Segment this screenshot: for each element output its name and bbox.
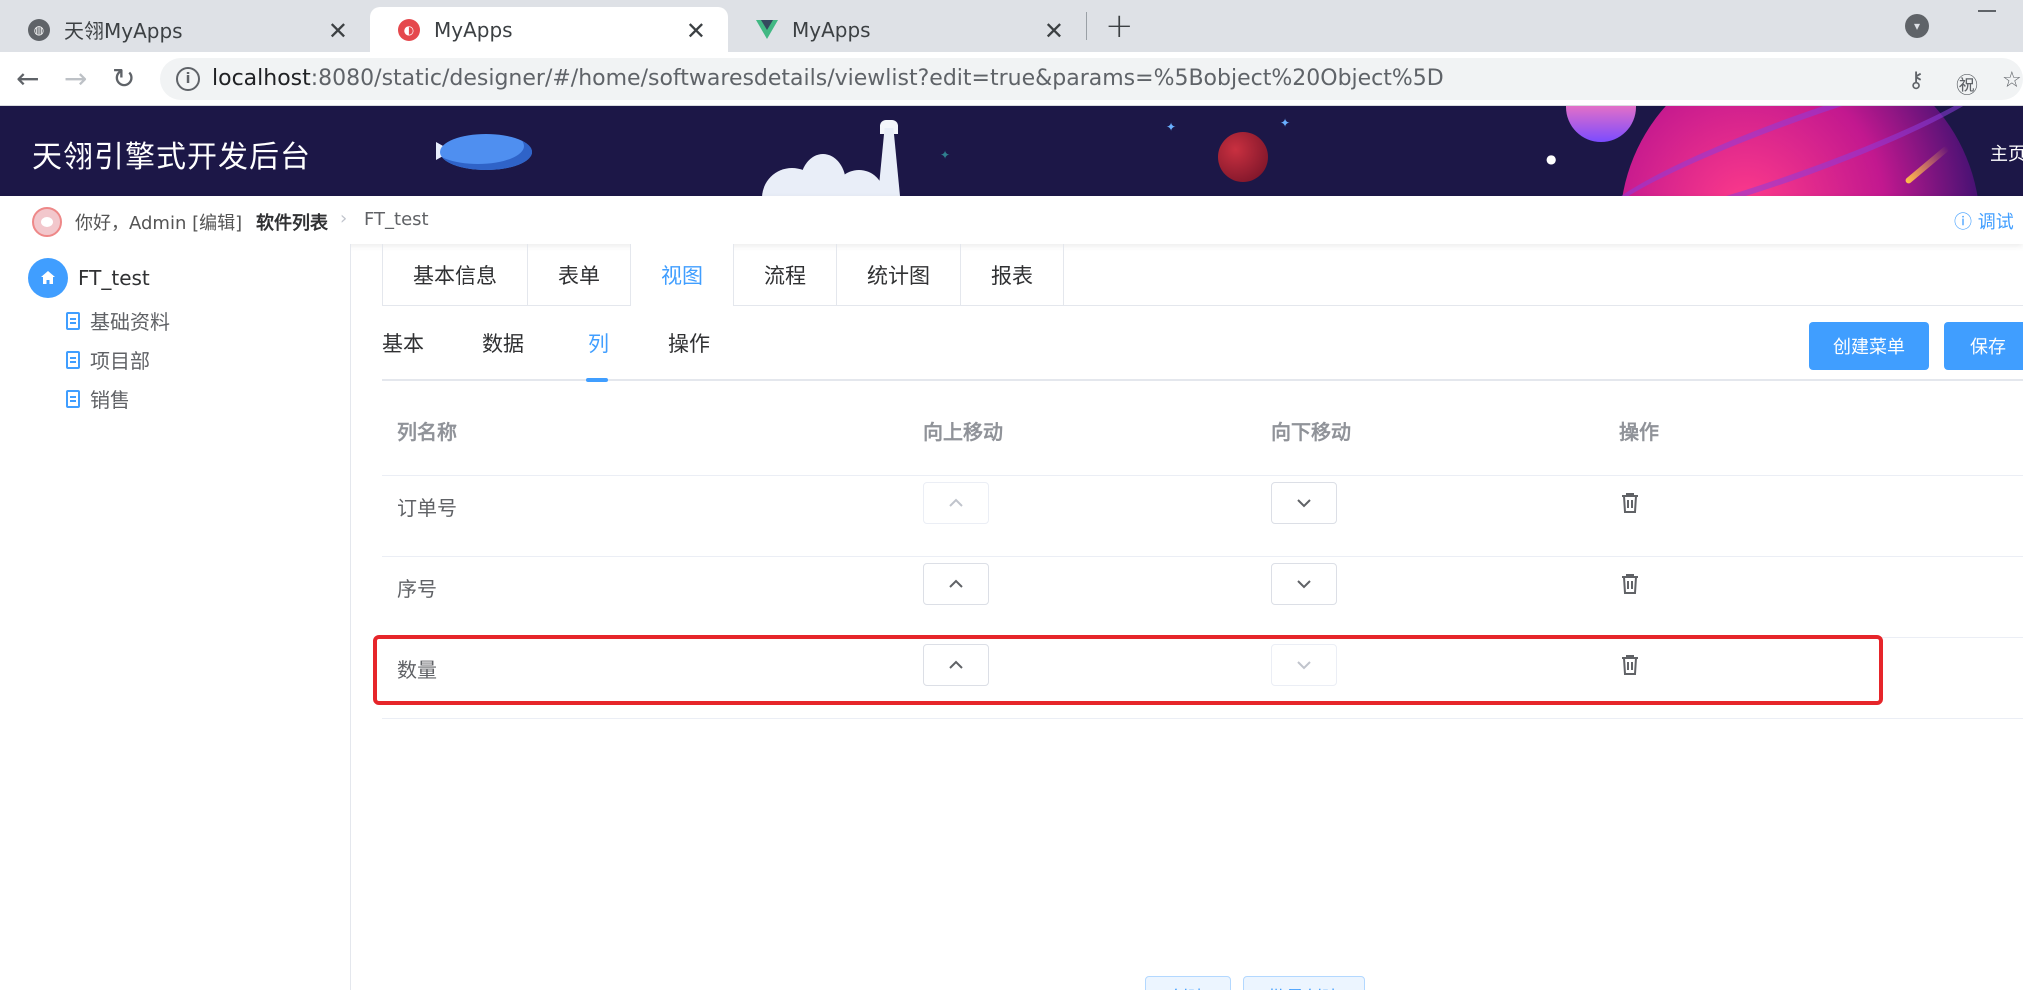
subtab-active-indicator bbox=[586, 378, 608, 382]
breadcrumb-current: FT_test bbox=[364, 209, 429, 230]
tab-basic-info[interactable]: 基本信息 bbox=[383, 244, 528, 305]
column-header-move-up: 向上移动 bbox=[923, 420, 1003, 444]
subtab-basic[interactable]: 基本 bbox=[382, 328, 424, 358]
back-button[interactable]: ← bbox=[16, 62, 39, 95]
tab-view[interactable]: 视图 bbox=[631, 244, 734, 306]
table-divider bbox=[382, 718, 2023, 719]
column-header-move-down: 向下移动 bbox=[1271, 420, 1351, 444]
create-menu-button[interactable]: 创建菜单 bbox=[1809, 322, 1929, 370]
star-decoration: ✦ bbox=[1166, 120, 1177, 134]
chevron-down-icon bbox=[1297, 499, 1311, 508]
subtabs-divider bbox=[382, 379, 2023, 381]
subtab-columns[interactable]: 列 bbox=[588, 328, 609, 358]
home-link[interactable]: 主页 bbox=[1990, 140, 2023, 166]
browser-toolbar: ← → ↻ i localhost:8080/static/designer/#… bbox=[0, 52, 2023, 106]
reload-button[interactable]: ↻ bbox=[112, 62, 135, 95]
address-bar[interactable]: i localhost:8080/static/designer/#/home/… bbox=[160, 58, 2023, 100]
document-icon bbox=[66, 389, 80, 408]
debug-button[interactable]: ⓘ 调试 bbox=[1954, 208, 2014, 234]
app-title: 天翎引擎式开发后台 bbox=[32, 140, 311, 175]
browser-tabbar: ◍ 天翎MyApps ✕ ◐ MyApps ✕ MyApps ✕ + ▾ bbox=[0, 0, 2023, 52]
table-divider bbox=[382, 475, 2023, 476]
table-row-name: 订单号 bbox=[397, 496, 457, 520]
browser-tab-2[interactable]: ◐ MyApps ✕ bbox=[370, 7, 728, 52]
tree-root-node[interactable]: FT_test bbox=[28, 258, 150, 298]
forward-button[interactable]: → bbox=[64, 62, 87, 95]
sidebar-item-label: 基础资料 bbox=[90, 310, 170, 334]
trash-icon[interactable] bbox=[1621, 573, 1639, 595]
key-icon[interactable]: ⚷ bbox=[1908, 68, 1924, 93]
planet-illustration bbox=[1566, 106, 1636, 142]
browser-tab-title: MyApps bbox=[434, 17, 513, 42]
user-greeting[interactable]: 你好，Admin [编辑] bbox=[75, 209, 242, 235]
chevron-down-icon bbox=[1297, 580, 1311, 589]
tab-report[interactable]: 报表 bbox=[961, 244, 1063, 305]
tab-search-icon[interactable]: ▾ bbox=[1905, 14, 1929, 38]
close-icon[interactable]: ✕ bbox=[686, 17, 706, 45]
sidebar-item-basic-data[interactable]: 基础资料 bbox=[66, 306, 170, 335]
app-favicon-icon: ◐ bbox=[398, 18, 420, 41]
sidebar: FT_test 基础资料 项目部 销售 bbox=[0, 244, 351, 990]
chevron-up-icon bbox=[949, 579, 963, 588]
breadcrumb-software-list[interactable]: 软件列表 bbox=[256, 209, 328, 235]
tab-form[interactable]: 表单 bbox=[528, 244, 631, 305]
url-text[interactable]: localhost:8080/static/designer/#/home/so… bbox=[212, 66, 1444, 91]
subtab-data[interactable]: 数据 bbox=[482, 328, 524, 358]
blimp-illustration bbox=[440, 134, 532, 170]
document-icon bbox=[66, 350, 80, 369]
site-info-icon[interactable]: i bbox=[176, 67, 200, 91]
save-button[interactable]: 保存 bbox=[1944, 322, 2023, 370]
table-row-name: 序号 bbox=[397, 577, 437, 601]
globe-icon: ◍ bbox=[28, 18, 50, 41]
move-down-button[interactable] bbox=[1271, 482, 1337, 524]
trash-icon[interactable] bbox=[1621, 492, 1639, 514]
star-decoration: ● bbox=[1546, 152, 1557, 166]
browser-tab-3[interactable]: MyApps ✕ bbox=[728, 7, 1086, 52]
sidebar-item-sales[interactable]: 销售 bbox=[66, 384, 130, 413]
chevron-right-icon: › bbox=[340, 208, 348, 229]
breadcrumb-bar: 你好，Admin [编辑] 软件列表 › FT_test ⓘ 调试 bbox=[0, 196, 2023, 244]
move-down-button[interactable] bbox=[1271, 563, 1337, 605]
browser-tab-1[interactable]: ◍ 天翎MyApps ✕ bbox=[0, 7, 370, 52]
app-header: 天翎引擎式开发后台 ✦ ✦ ✦ ● 主页 bbox=[0, 106, 2023, 196]
sidebar-item-label: 销售 bbox=[90, 388, 130, 412]
subtab-actions[interactable]: 操作 bbox=[668, 328, 710, 358]
tab-separator bbox=[1086, 12, 1087, 40]
avatar[interactable] bbox=[32, 207, 62, 237]
vue-logo-icon bbox=[756, 19, 778, 41]
bookmark-star-icon[interactable]: ☆ bbox=[2002, 68, 2022, 93]
sidebar-item-project-dept[interactable]: 项目部 bbox=[66, 345, 150, 374]
column-header-actions: 操作 bbox=[1619, 420, 1659, 444]
document-icon bbox=[66, 311, 80, 330]
tab-chart[interactable]: 统计图 bbox=[837, 244, 961, 305]
home-icon bbox=[28, 258, 68, 298]
module-tabs: 基本信息 表单 视图 流程 统计图 报表 bbox=[382, 244, 1064, 306]
move-up-button[interactable] bbox=[923, 482, 989, 524]
star-decoration: ✦ bbox=[1280, 116, 1291, 130]
table-divider bbox=[382, 556, 2023, 557]
close-icon[interactable]: ✕ bbox=[328, 17, 348, 45]
main-content: 基本信息 表单 视图 流程 统计图 报表 基本 数据 列 操作 创建菜单 保存 … bbox=[352, 244, 2023, 990]
move-up-button[interactable] bbox=[923, 563, 989, 605]
window-minimize-button[interactable] bbox=[1978, 10, 1996, 12]
browser-tab-title: 天翎MyApps bbox=[64, 19, 183, 43]
close-icon[interactable]: ✕ bbox=[1044, 17, 1064, 45]
star-decoration: ✦ bbox=[940, 148, 951, 162]
lighthouse-illustration bbox=[878, 128, 900, 196]
tree-root-label: FT_test bbox=[78, 266, 150, 290]
column-header-name: 列名称 bbox=[397, 420, 457, 444]
translate-icon[interactable]: ㊗ bbox=[1956, 68, 1978, 100]
create-column-button[interactable]: 创建 bbox=[1145, 976, 1231, 990]
sidebar-item-label: 项目部 bbox=[90, 349, 150, 373]
chevron-up-icon bbox=[949, 498, 963, 507]
browser-tab-title: MyApps bbox=[792, 17, 871, 42]
new-tab-button[interactable]: + bbox=[1105, 6, 1134, 46]
batch-create-button[interactable]: 批量创建 bbox=[1243, 976, 1365, 990]
highlight-box bbox=[373, 635, 1883, 705]
planet-illustration bbox=[1218, 132, 1268, 182]
tab-flow[interactable]: 流程 bbox=[734, 244, 837, 305]
